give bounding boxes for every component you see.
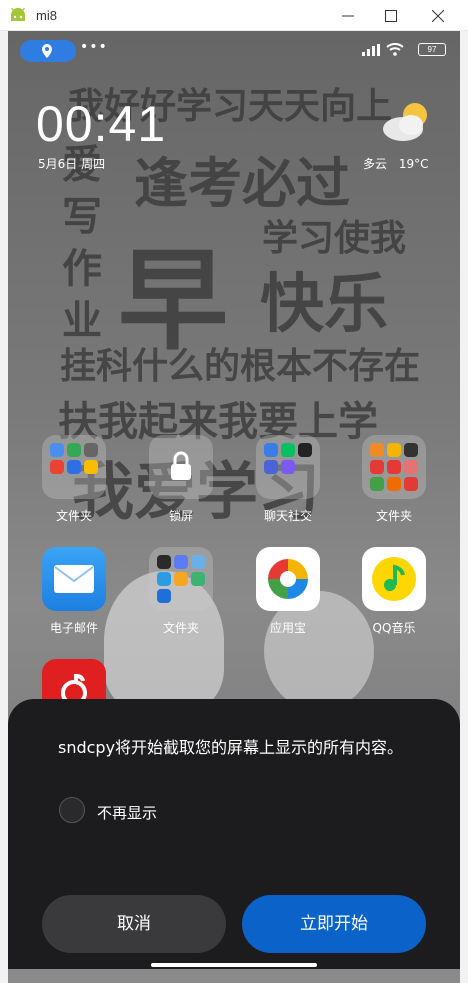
email-icon xyxy=(42,547,106,611)
wallpaper-text: 逢考必过 xyxy=(134,151,350,215)
location-icon xyxy=(42,44,52,58)
weather-condition: 多云 xyxy=(363,157,388,171)
home-indicator[interactable] xyxy=(151,963,317,967)
app-label: 文件夹 xyxy=(375,509,412,523)
temperature: 19°C xyxy=(398,157,429,171)
app-label: 文件夹 xyxy=(55,509,92,523)
checkbox-label[interactable]: 不再显示 xyxy=(97,802,157,823)
start-now-button[interactable]: 立即开始 xyxy=(242,895,426,953)
date: 5月6日 周四 xyxy=(38,157,106,171)
app-lockscreen[interactable]: 锁屏 xyxy=(141,435,221,524)
folder-icon xyxy=(42,435,106,499)
weather-readout: 多云 19°C xyxy=(363,155,429,172)
minimize-icon xyxy=(342,15,354,17)
minimize-button[interactable] xyxy=(324,0,372,31)
folder-icon xyxy=(256,435,320,499)
app-folder-3[interactable]: 文件夹 xyxy=(141,547,221,636)
maximize-button[interactable] xyxy=(367,0,415,31)
window-titlebar: mi8 xyxy=(0,0,468,31)
app-label: 电子邮件 xyxy=(49,621,98,635)
dialog-message: sndcpy将开始截取您的屏幕上显示的所有内容。 xyxy=(58,738,404,757)
clock: 00:41 xyxy=(36,96,167,152)
status-icons: 97 xyxy=(362,42,446,58)
app-folder-1[interactable]: 文件夹 xyxy=(34,435,114,524)
android-icon xyxy=(11,7,25,21)
qqmusic-icon xyxy=(362,547,426,611)
lock-icon xyxy=(149,435,213,499)
app-label: QQ音乐 xyxy=(372,621,416,635)
partly-cloudy-icon xyxy=(383,103,427,141)
screen-capture-dialog: sndcpy将开始截取您的屏幕上显示的所有内容。 不再显示 取消 立即开始 xyxy=(8,699,460,983)
app-label: 聊天社交 xyxy=(263,509,312,523)
phone-screen: 我好好学习天天向上 逢考必过 爱写作业 早 学习使我 快乐 挂科什么的根本不存在… xyxy=(8,31,460,983)
app-email[interactable]: 电子邮件 xyxy=(34,547,114,636)
folder-icon xyxy=(149,547,213,611)
location-indicator[interactable] xyxy=(20,40,76,62)
app-store-icon xyxy=(256,547,320,611)
close-icon xyxy=(432,10,444,22)
signal-icon xyxy=(362,44,380,56)
background-window-left xyxy=(0,31,8,983)
status-bar: ••• 97 xyxy=(8,31,460,69)
cancel-button[interactable]: 取消 xyxy=(42,895,226,953)
folder-icon xyxy=(362,435,426,499)
app-yingyongbao[interactable]: 应用宝 xyxy=(248,547,328,636)
window-title: mi8 xyxy=(36,8,57,23)
app-label: 应用宝 xyxy=(269,621,306,635)
app-qqmusic[interactable]: QQ音乐 xyxy=(354,547,434,636)
battery-indicator: 97 xyxy=(418,43,446,56)
app-label: 锁屏 xyxy=(168,509,193,523)
wallpaper-text: 挂科什么的根本不存在 xyxy=(60,345,421,387)
wallpaper-peek xyxy=(8,969,460,983)
wallpaper-text: 快乐 xyxy=(260,267,388,342)
maximize-icon xyxy=(385,10,397,22)
dont-show-again-checkbox[interactable] xyxy=(59,797,85,823)
background-window-right xyxy=(460,31,468,983)
close-button[interactable] xyxy=(414,0,462,31)
notification-dots: ••• xyxy=(80,39,108,55)
app-label: 文件夹 xyxy=(162,621,199,635)
wifi-icon xyxy=(386,43,404,56)
app-folder-2[interactable]: 文件夹 xyxy=(354,435,434,524)
app-folder-social[interactable]: 聊天社交 xyxy=(248,435,328,524)
